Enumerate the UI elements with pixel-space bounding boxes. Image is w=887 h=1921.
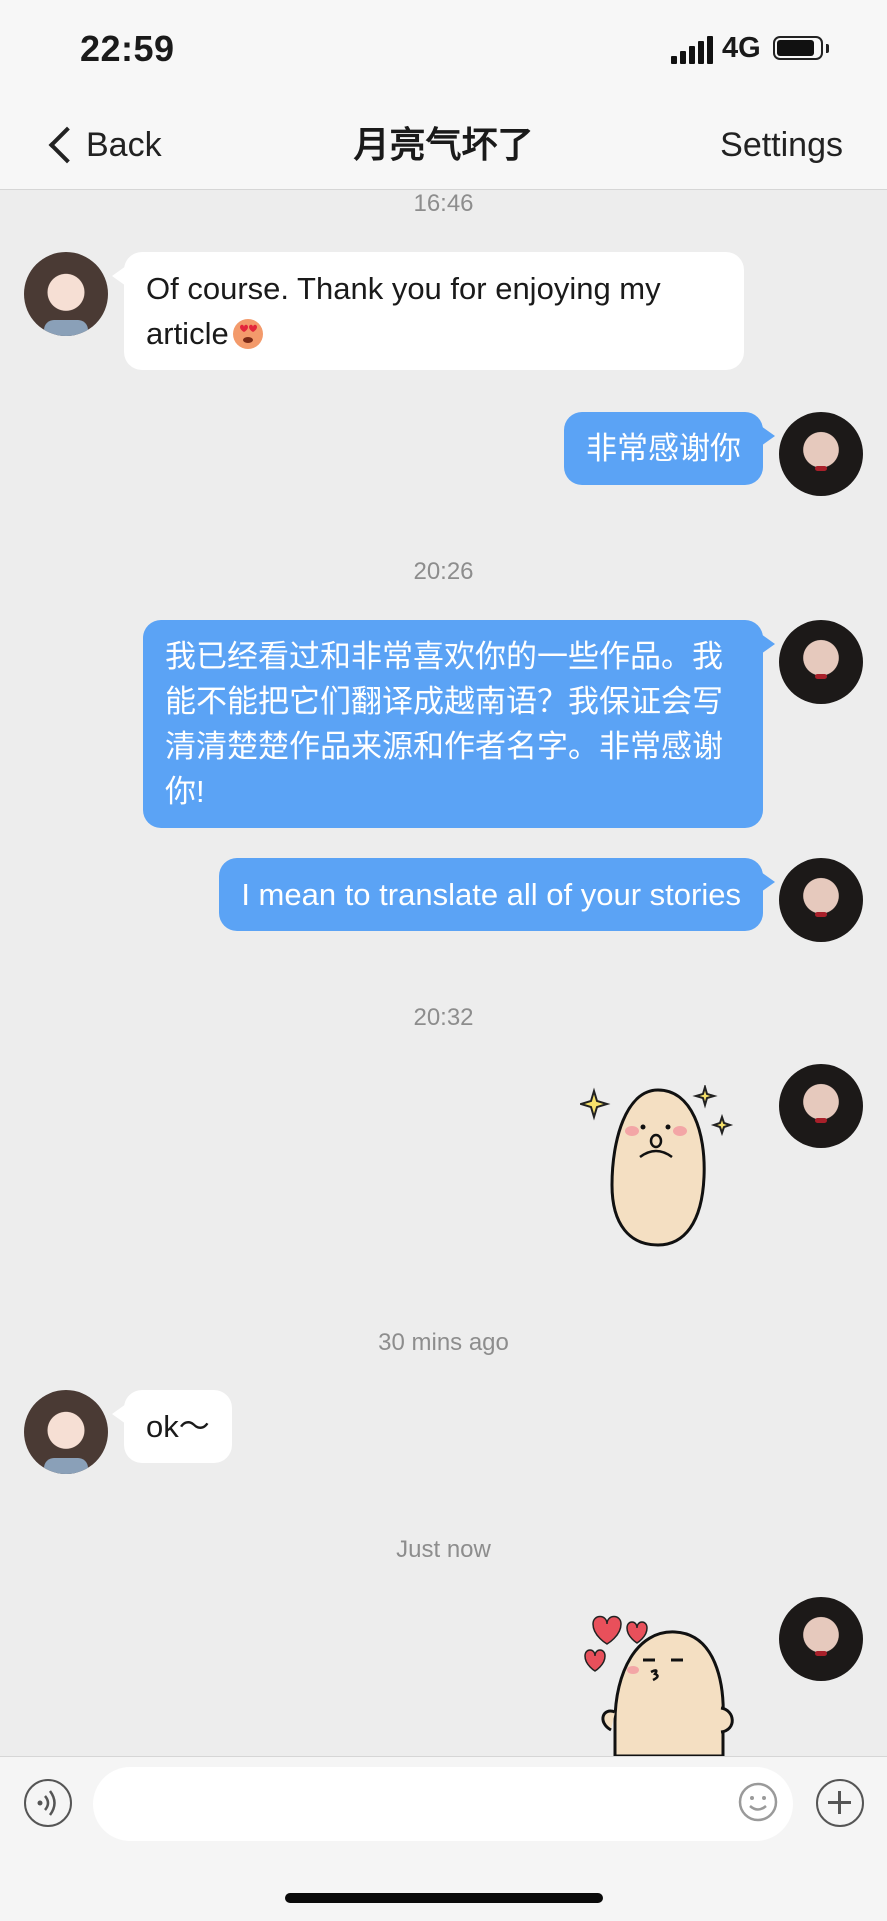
avatar-me[interactable] [779, 1597, 863, 1681]
message-bubble-outgoing[interactable]: 非常感谢你 [564, 412, 775, 485]
cellular-signal-icon [671, 36, 713, 64]
avatar-me[interactable] [779, 620, 863, 704]
avatar-me[interactable] [779, 858, 863, 942]
kissing-potato-hearts-sticker[interactable] [575, 1612, 745, 1756]
message-bubble-incoming[interactable]: Of course. Thank you for enjoying my art… [112, 252, 744, 370]
avatar-other[interactable] [24, 1390, 108, 1474]
avatar-me[interactable] [779, 1064, 863, 1148]
heart-eyes-emoji-icon [232, 319, 263, 349]
status-bar: 22:59 4G [0, 0, 887, 100]
message-bubble-outgoing[interactable]: I mean to translate all of your stories [219, 858, 775, 931]
timestamp: 20:32 [413, 1004, 474, 1031]
message-bubble-outgoing[interactable]: 我已经看过和非常喜欢你的一些作品。我能不能把它们翻译成越南语？我保证会写清清楚楚… [143, 620, 775, 828]
timestamp: 16:46 [413, 190, 474, 217]
timestamp: 20:26 [413, 558, 474, 585]
timestamp: Just now [396, 1536, 491, 1563]
message-text: 我已经看过和非常喜欢你的一些作品。我能不能把它们翻译成越南语？我保证会写清清楚楚… [165, 639, 723, 809]
message-text: ok～ [146, 1409, 210, 1444]
avatar-me[interactable] [779, 412, 863, 496]
network-type: 4G [722, 32, 761, 64]
message-input[interactable] [93, 1767, 793, 1841]
message-text: 非常感谢你 [586, 431, 741, 466]
battery-tip [826, 44, 829, 53]
emoji-icon[interactable] [737, 1781, 779, 1823]
nav-bar: Back 月亮气坏了 Settings [0, 100, 887, 190]
home-indicator [285, 1893, 603, 1903]
status-time: 22:59 [80, 28, 175, 69]
sparkle-potato-sticker[interactable] [580, 1085, 740, 1255]
plus-icon[interactable] [816, 1779, 864, 1827]
voice-input-button[interactable] [24, 1779, 72, 1827]
battery-icon [773, 36, 823, 60]
settings-button[interactable]: Settings [720, 120, 843, 170]
timestamp: 30 mins ago [378, 1329, 509, 1356]
message-bubble-incoming[interactable]: ok～ [112, 1390, 232, 1463]
message-text: I mean to translate all of your stories [241, 877, 741, 912]
avatar-other[interactable] [24, 252, 108, 336]
voice-icon [37, 1790, 56, 1816]
message-text: Of course. Thank you for enjoying my art… [146, 271, 661, 351]
